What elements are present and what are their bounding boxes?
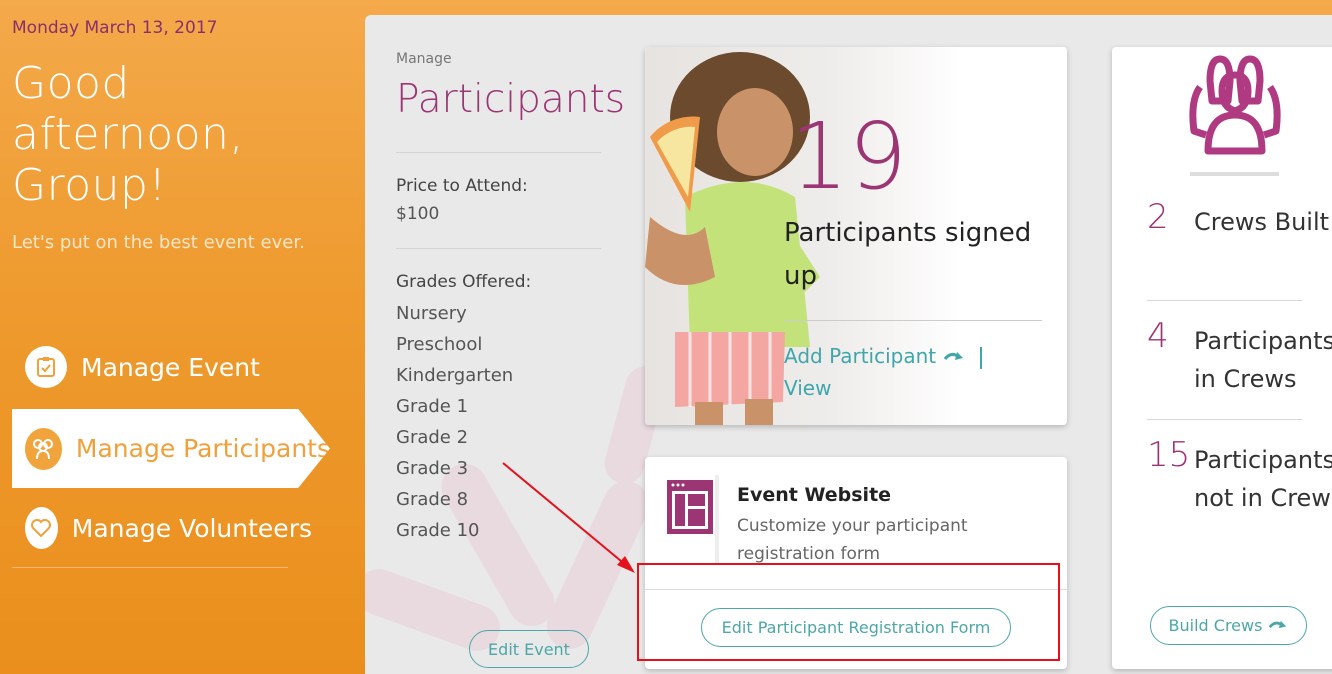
nav-divider xyxy=(12,567,288,568)
checklist-icon xyxy=(25,346,67,388)
nav-manage-volunteers[interactable]: Manage Volunteers xyxy=(12,492,312,564)
section-label: Manage xyxy=(396,51,452,67)
divider xyxy=(1190,172,1279,176)
participants-signed-up-card: 19 Participants signed up Add Participan… xyxy=(645,47,1067,425)
main-panel: Manage Participants Price to Attend: $10… xyxy=(365,15,1332,674)
grade-item: Grade 1 xyxy=(396,396,469,417)
divider xyxy=(396,152,601,153)
greeting-heading: Good afternoon, Group! xyxy=(12,58,244,211)
grade-item: Grade 8 xyxy=(396,489,469,510)
stat-value: 15 xyxy=(1147,435,1191,475)
divider xyxy=(396,248,601,249)
grade-item: Preschool xyxy=(396,334,483,355)
build-crews-button[interactable]: Build Crews xyxy=(1150,606,1307,645)
people-icon xyxy=(25,427,62,470)
sidebar: Monday March 13, 2017 Good afternoon, Gr… xyxy=(0,0,365,674)
add-participant-link[interactable]: Add Participant xyxy=(784,344,965,368)
divider xyxy=(1147,419,1302,420)
stat-value: 2 xyxy=(1147,197,1169,237)
build-crews-label: Build Crews xyxy=(1168,616,1263,635)
nav-manage-participants[interactable]: Manage Participants xyxy=(12,409,330,488)
website-layout-icon xyxy=(667,480,713,534)
edit-event-button[interactable]: Edit Event xyxy=(469,630,589,668)
divider xyxy=(1147,300,1302,301)
event-website-title: Event Website xyxy=(737,484,892,506)
page-title: Participants xyxy=(396,77,626,122)
group-icon xyxy=(1189,55,1281,155)
price-label: Price to Attend: xyxy=(396,176,528,196)
arrow-curve-icon xyxy=(1268,616,1288,635)
stat-label: Participants not in Crews xyxy=(1194,446,1332,512)
participants-count: 19 xyxy=(790,103,908,210)
arrow-curve-icon xyxy=(943,344,965,368)
current-date: Monday March 13, 2017 xyxy=(12,18,218,38)
grade-item: Grade 3 xyxy=(396,458,469,479)
grade-item: Grade 10 xyxy=(396,520,480,541)
nav-manage-event[interactable]: Manage Event xyxy=(12,331,312,403)
nav-manage-event-label: Manage Event xyxy=(81,352,260,382)
crews-card: 2 Crews Built 4 Participants in Crews 15… xyxy=(1112,47,1332,669)
stat-label: Crews Built xyxy=(1194,208,1330,236)
grade-item: Kindergarten xyxy=(396,365,514,386)
price-value: $100 xyxy=(396,204,440,224)
accent-bar xyxy=(715,475,719,565)
heart-icon xyxy=(25,507,58,549)
annotation-highlight-box xyxy=(637,563,1060,661)
grade-item: Grade 2 xyxy=(396,427,469,448)
event-website-description: Customize your participant registration … xyxy=(737,516,968,564)
greeting-tagline: Let's put on the best event ever. xyxy=(12,232,305,253)
nav-manage-participants-label: Manage Participants xyxy=(75,434,330,463)
view-participants-link[interactable]: View xyxy=(784,376,831,400)
link-separator xyxy=(980,347,982,369)
grades-label: Grades Offered: xyxy=(396,272,532,292)
stat-value: 4 xyxy=(1147,316,1169,356)
stat-label: Participants in Crews xyxy=(1194,327,1332,393)
grades-list: Nursery Preschool Kindergarten Grade 1 G… xyxy=(396,298,513,546)
participants-caption: Participants signed up xyxy=(784,218,1032,291)
grade-item: Nursery xyxy=(396,303,467,324)
divider xyxy=(784,320,1042,321)
nav-manage-volunteers-label: Manage Volunteers xyxy=(71,513,312,543)
add-participant-label: Add Participant xyxy=(784,344,937,368)
